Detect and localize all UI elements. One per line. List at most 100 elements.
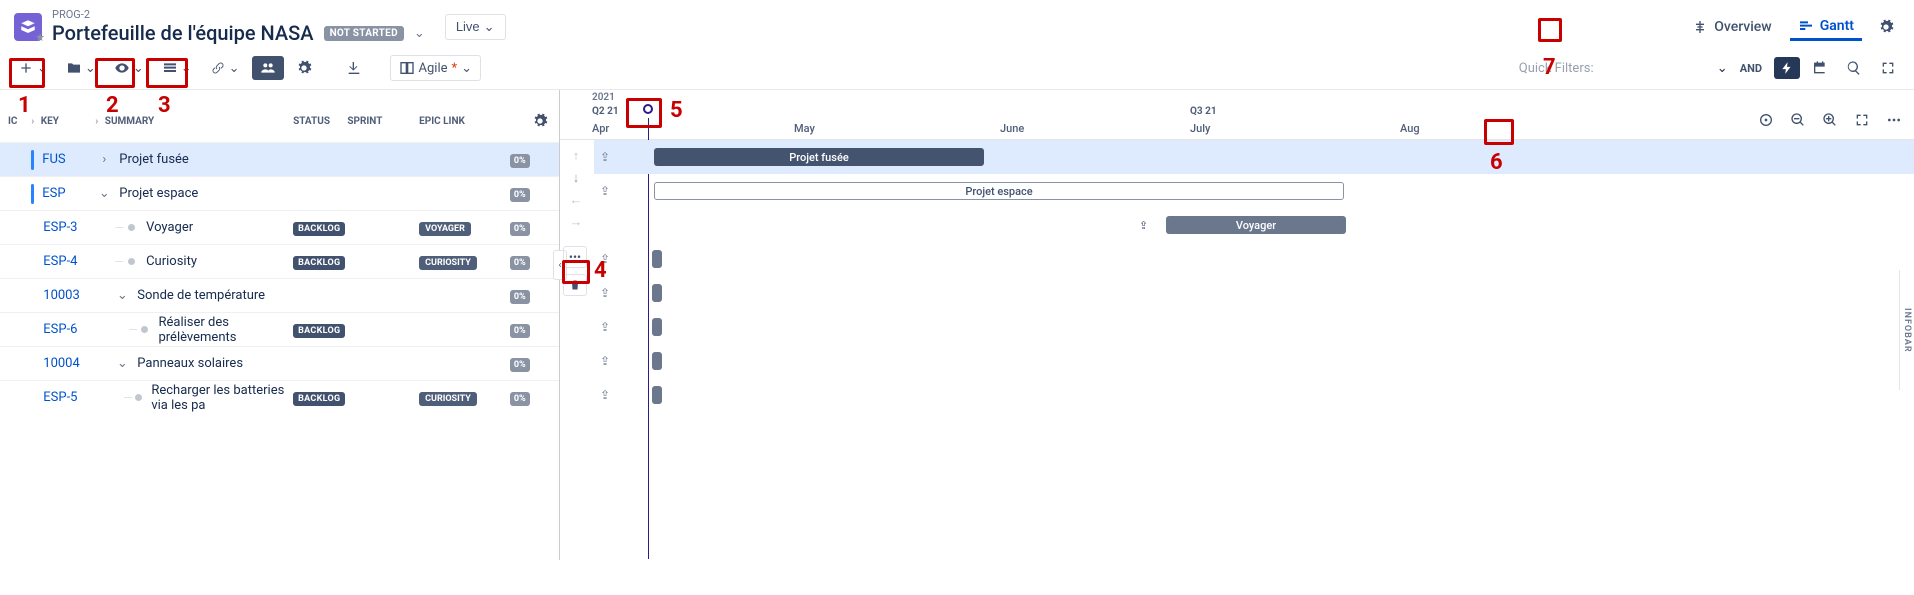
search-button[interactable]: [1840, 56, 1868, 80]
gantt-row[interactable]: ⇪: [594, 242, 1914, 276]
scroll-right-button[interactable]: →: [570, 214, 583, 230]
layout-menu-button[interactable]: ⌄: [156, 56, 198, 80]
visibility-menu-button[interactable]: ⌄: [108, 56, 150, 80]
export-button[interactable]: [340, 56, 368, 80]
gantt-bar-espace[interactable]: Projet espace: [654, 182, 1344, 200]
gantt-row[interactable]: ⇪ Projet espace: [594, 174, 1914, 208]
gantt-bar-stub[interactable]: [652, 284, 662, 302]
infobar-handle[interactable]: INFOBAR: [1899, 270, 1914, 390]
table-row[interactable]: ESP-5—Recharger les batteries via les pa…: [0, 380, 559, 414]
issue-key-link[interactable]: 10003: [43, 288, 80, 303]
gantt-bar-stub[interactable]: [652, 318, 662, 336]
scroll-left-button[interactable]: ←: [570, 192, 583, 208]
upload-icon[interactable]: ⇪: [600, 388, 610, 402]
gantt-row[interactable]: ⇪ Projet fusée: [594, 140, 1914, 174]
upload-icon[interactable]: ⇪: [600, 286, 610, 300]
gantt-icon: [1798, 18, 1814, 34]
scroll-down-button[interactable]: ↓: [573, 170, 580, 186]
calendar-icon: [1812, 60, 1828, 76]
chevron-down-icon[interactable]: ⌄: [97, 186, 111, 201]
table-columns-gear[interactable]: [530, 113, 551, 129]
row-more-button[interactable]: •••: [563, 246, 587, 268]
epic-link-badge[interactable]: CURIOSITY: [419, 392, 477, 406]
upload-icon[interactable]: ⇪: [600, 150, 610, 164]
gantt-bar-stub[interactable]: [652, 352, 662, 370]
ellipsis-icon: [1886, 112, 1902, 128]
team-button[interactable]: [252, 56, 284, 80]
issue-key-link[interactable]: ESP-6: [43, 322, 77, 337]
table-row[interactable]: 10003⌄Sonde de température0%: [0, 278, 559, 312]
gantt-bar-fusee[interactable]: Projet fusée: [654, 148, 984, 166]
issue-key-link[interactable]: ESP-4: [43, 254, 77, 269]
col-sprint[interactable]: SPRINT: [347, 116, 419, 127]
table-row[interactable]: FUS›Projet fusée0%: [0, 142, 559, 176]
issue-key-link[interactable]: FUS: [42, 152, 65, 167]
breadcrumb[interactable]: PROG-2: [52, 8, 425, 21]
chevron-down-icon[interactable]: ⌄: [1717, 61, 1728, 76]
col-key[interactable]: › KEY: [31, 116, 95, 127]
row-delete-button[interactable]: [563, 274, 587, 296]
fullscreen-button[interactable]: [1850, 108, 1874, 132]
agile-mode-button[interactable]: Agile * ⌄: [390, 55, 482, 81]
chevron-right-icon[interactable]: ›: [97, 152, 111, 167]
upload-icon[interactable]: ⇪: [600, 252, 610, 266]
progress-badge: 0%: [510, 188, 530, 202]
focus-today-button[interactable]: [1754, 108, 1778, 132]
gantt-bar-stub[interactable]: [652, 250, 662, 268]
zoom-out-button[interactable]: [1786, 108, 1810, 132]
live-mode-button[interactable]: Live ⌄: [445, 14, 506, 40]
table-row[interactable]: ESP-3—VoyagerBACKLOGVOYAGER0%: [0, 210, 559, 244]
add-menu-button[interactable]: ⌄: [12, 56, 54, 80]
gantt-row[interactable]: ⇪ Voyager: [594, 208, 1914, 242]
gantt-tab[interactable]: Gantt: [1790, 12, 1862, 41]
chevron-down-icon[interactable]: ⌄: [115, 288, 129, 303]
bolt-filter-button[interactable]: [1774, 57, 1800, 79]
status-badge[interactable]: BACKLOG: [293, 392, 345, 406]
table-row[interactable]: 10004⌄Panneaux solaires0%: [0, 346, 559, 380]
chevron-down-icon[interactable]: ⌄: [414, 26, 425, 41]
status-badge[interactable]: BACKLOG: [293, 324, 345, 338]
quick-filters-input[interactable]: Quick Filters:: [1511, 61, 1711, 76]
status-badge[interactable]: NOT STARTED: [324, 26, 404, 41]
gantt-row[interactable]: ⇪: [594, 276, 1914, 310]
table-row[interactable]: ESP-4—CuriosityBACKLOGCURIOSITY0%: [0, 244, 559, 278]
link-menu-button[interactable]: ⌄: [204, 56, 246, 80]
gantt-row[interactable]: ⇪: [594, 378, 1914, 412]
table-row[interactable]: ESP-6—Réaliser des prélèvementsBACKLOG0%: [0, 312, 559, 346]
gantt-bar-voyager[interactable]: Voyager: [1166, 216, 1346, 234]
gantt-row[interactable]: ⇪: [594, 344, 1914, 378]
more-gantt-button[interactable]: [1882, 108, 1906, 132]
today-marker-dot[interactable]: [643, 104, 653, 114]
upload-icon[interactable]: ⇪: [600, 184, 610, 198]
epic-link-badge[interactable]: CURIOSITY: [419, 256, 477, 270]
issue-key-link[interactable]: ESP-3: [43, 220, 77, 235]
folder-menu-button[interactable]: ⌄: [60, 56, 102, 80]
gantt-bar-stub[interactable]: [652, 386, 662, 404]
zoom-in-button[interactable]: [1818, 108, 1842, 132]
epic-link-badge[interactable]: VOYAGER: [419, 222, 471, 236]
chevron-down-icon[interactable]: ⌄: [115, 356, 129, 371]
calendar-button[interactable]: [1806, 56, 1834, 80]
gantt-row[interactable]: ⇪: [594, 310, 1914, 344]
settings-button[interactable]: [1872, 15, 1900, 39]
toolbar-gear-button[interactable]: [290, 56, 318, 80]
expand-toolbar-button[interactable]: [1874, 56, 1902, 80]
and-toggle[interactable]: AND: [1734, 58, 1768, 79]
col-status[interactable]: STATUS: [293, 116, 347, 127]
scroll-up-button[interactable]: ↑: [573, 148, 580, 164]
status-badge[interactable]: BACKLOG: [293, 222, 345, 236]
status-badge[interactable]: BACKLOG: [293, 256, 345, 270]
col-summary[interactable]: › SUMMARY: [95, 116, 293, 127]
upload-icon[interactable]: ⇪: [1139, 219, 1148, 232]
favorite-star-icon[interactable]: ★: [35, 31, 45, 44]
issue-key-link[interactable]: ESP-5: [43, 390, 77, 405]
issue-key-link[interactable]: ESP: [42, 186, 65, 201]
upload-icon[interactable]: ⇪: [600, 320, 610, 334]
upload-icon[interactable]: ⇪: [600, 354, 610, 368]
issue-key-link[interactable]: 10004: [43, 356, 80, 371]
col-icon[interactable]: IC: [8, 116, 31, 127]
col-epic[interactable]: EPIC LINK: [419, 116, 499, 127]
issue-table: IC › KEY › SUMMARY STATUS SPRINT EPIC LI…: [0, 90, 560, 560]
table-row[interactable]: ESP⌄Projet espace0%: [0, 176, 559, 210]
overview-tab[interactable]: Overview: [1684, 13, 1779, 41]
